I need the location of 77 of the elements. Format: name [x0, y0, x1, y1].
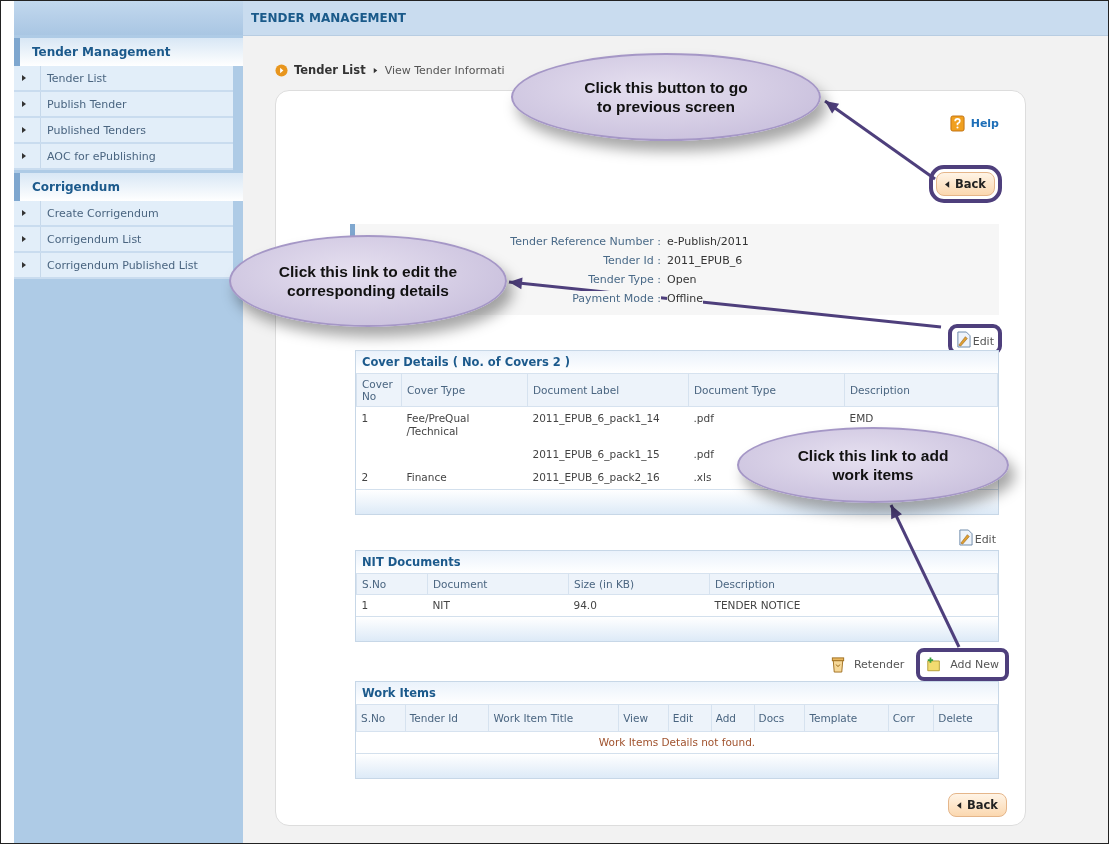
field-value: Open — [667, 272, 697, 288]
column-header: Size (in KB) — [568, 573, 710, 595]
column-header: Cover Type — [401, 373, 528, 407]
column-header: View — [618, 704, 669, 732]
table-cell: 2 — [361, 471, 369, 483]
table-cell: 2011_EPUB_6_pack1_15 — [532, 448, 660, 460]
edit-link[interactable]: Edit — [954, 527, 999, 548]
arrow-icon — [20, 126, 28, 134]
sidebar-item[interactable]: Published Tenders — [14, 118, 233, 144]
table-cell-text: Finance — [406, 471, 448, 484]
table-title: Work Items — [356, 682, 998, 704]
add-new-link[interactable]: Add New — [920, 652, 1005, 677]
table-cell: EMD — [849, 412, 874, 424]
column-header: S.No — [356, 704, 406, 732]
arrow-circle-icon — [275, 63, 288, 77]
column-header: Description — [709, 573, 998, 595]
sidebar-item[interactable]: Publish Tender — [14, 92, 233, 118]
breadcrumb-current: View Tender Informati — [384, 63, 505, 77]
column-header: Cover No — [356, 373, 402, 407]
sidebar-item[interactable]: Corrigendum Published List — [14, 253, 233, 279]
breadcrumb-link[interactable]: Tender List — [294, 63, 366, 77]
column-header: S.No — [356, 573, 428, 595]
edit-document-icon — [955, 331, 971, 348]
sidebar-section-title: Corrigendum — [14, 173, 243, 201]
table-cell: NIT — [432, 599, 450, 611]
field-label: Tender Type : — [588, 272, 661, 288]
table-cell: .xls — [693, 471, 712, 483]
table-title: NIT Documents — [356, 551, 998, 573]
table-cell: 2011_EPUB_6_pack2_16 — [532, 471, 660, 483]
column-header: Docs — [754, 704, 805, 732]
table-cell: 1 — [361, 412, 369, 424]
column-header: Delete — [933, 704, 998, 732]
help-book-icon — [949, 115, 965, 132]
sidebar-item[interactable]: Corrigendum List — [14, 227, 233, 253]
back-button[interactable]: Back — [948, 793, 1007, 817]
caret-icon — [945, 180, 950, 188]
table-title: Cover Details ( No. of Covers 2 ) — [356, 351, 998, 373]
table-cell: TENDER NOTICE — [714, 599, 801, 611]
arrow-icon — [20, 74, 28, 82]
help-link[interactable]: Help — [949, 115, 999, 132]
edit-document-icon — [957, 529, 973, 546]
arrow-icon — [20, 209, 28, 217]
column-header: Document Label — [527, 373, 689, 407]
arrow-icon — [20, 100, 28, 108]
table-cell-text: Fee/PreQual /Technical — [406, 412, 471, 438]
column-header: Tender Id — [405, 704, 489, 732]
column-header: Document — [427, 573, 569, 595]
arrow-icon — [20, 152, 28, 160]
bin-icon — [829, 656, 846, 673]
column-header: Description — [844, 373, 998, 407]
page-title: TENDER MANAGEMENT — [251, 11, 406, 25]
column-header: Add — [711, 704, 755, 732]
arrow-icon — [371, 66, 379, 74]
column-header: Work Item Title — [488, 704, 619, 732]
edit-link[interactable]: Edit — [952, 329, 997, 350]
retender-link[interactable]: Retender — [823, 652, 911, 677]
caret-icon — [957, 801, 962, 809]
table-cell: .pdf — [693, 412, 714, 424]
column-header: Corr — [888, 704, 934, 732]
folder-plus-icon — [926, 656, 943, 673]
column-header: Edit — [668, 704, 712, 732]
column-header: Document Type — [688, 373, 845, 407]
arrow-icon — [20, 261, 28, 269]
sidebar-item[interactable]: AOC for ePublishing — [14, 144, 233, 170]
arrow-icon — [20, 235, 28, 243]
column-header: Template — [804, 704, 889, 732]
field-value: 2011_EPUB_6 — [667, 253, 743, 269]
sidebar-section-title: Tender Management — [14, 38, 243, 66]
sidebar-item[interactable]: Tender List — [14, 66, 233, 92]
sidebar-item[interactable]: Create Corrigendum — [14, 201, 233, 227]
field-label: Payment Mode : — [572, 291, 661, 307]
table-cell: 1 — [361, 599, 369, 611]
table-cell: .pdf — [693, 448, 714, 460]
table-cell: 2011_EPUB_6_pack1_14 — [532, 412, 660, 424]
field-value: Offline — [667, 291, 704, 307]
empty-message: Work Items Details not found. — [598, 736, 756, 748]
table-cell: 94.0 — [573, 599, 597, 611]
